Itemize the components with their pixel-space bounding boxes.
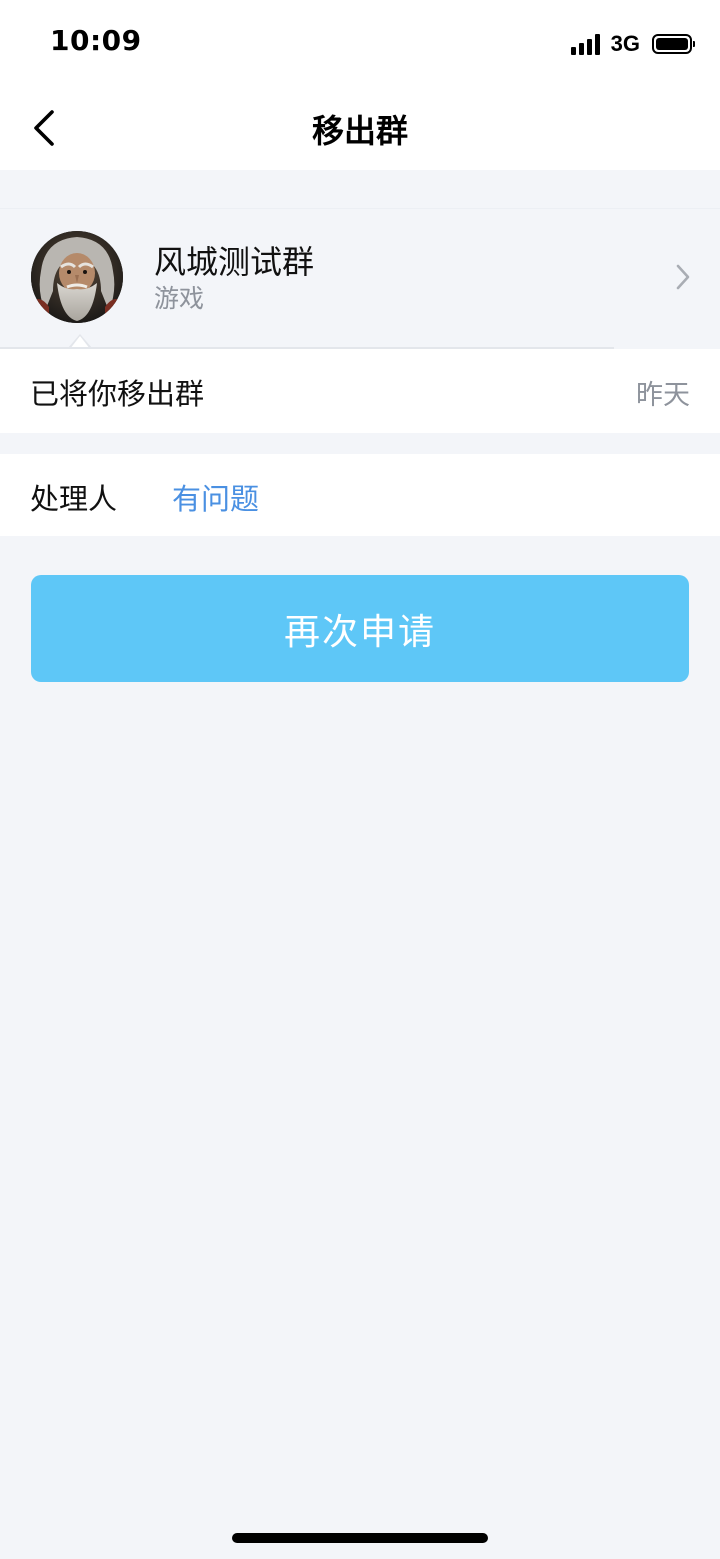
group-name: 风城测试群	[154, 243, 315, 281]
message-text: 已将你移出群	[30, 377, 205, 411]
nav-bar: 移出群	[0, 86, 720, 170]
reapply-button[interactable]: 再次申请	[31, 575, 689, 682]
report-problem-link[interactable]: 有问题	[172, 476, 259, 518]
message-time: 昨天	[636, 380, 690, 411]
group-card[interactable]: 风城测试群 游戏	[0, 208, 720, 348]
notification-message: 已将你移出群 昨天	[0, 349, 720, 433]
group-category: 游戏	[154, 284, 205, 313]
status-indicators: 3G	[570, 30, 695, 58]
chevron-right-icon	[676, 264, 690, 290]
battery-icon	[652, 34, 695, 54]
page-title: 移出群	[311, 112, 408, 150]
handler-row: 处理人 有问题	[0, 454, 720, 536]
network-label: 3G	[610, 31, 640, 56]
status-time: 10:09	[50, 24, 142, 57]
home-indicator[interactable]	[232, 1533, 488, 1543]
status-bar: 10:09 3G	[0, 0, 720, 86]
avatar	[31, 231, 123, 323]
signal-icon	[570, 33, 603, 55]
avatar-old-wizard-icon	[31, 231, 123, 323]
handler-label: 处理人	[30, 482, 118, 516]
